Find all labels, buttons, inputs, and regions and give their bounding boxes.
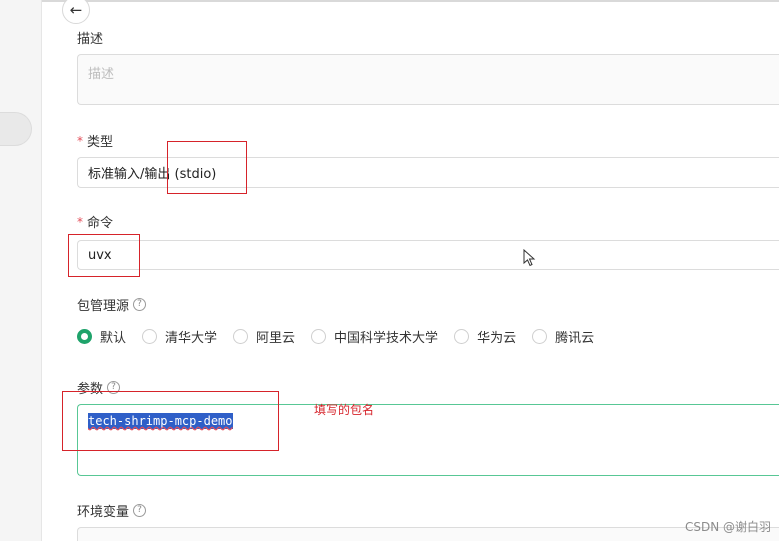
env-textarea[interactable] bbox=[77, 527, 779, 541]
watermark: CSDN @谢白羽 bbox=[684, 520, 771, 534]
env-label-text: 环境变量 bbox=[77, 505, 130, 520]
radio-dot bbox=[233, 329, 249, 344]
radio-label: 阿里云 bbox=[256, 331, 296, 346]
radio-huawei[interactable]: 华为云 bbox=[454, 327, 516, 346]
package-source-label: 包管理源 ? bbox=[77, 295, 147, 314]
radio-label: 华为云 bbox=[477, 331, 517, 346]
type-label: * 类型 bbox=[77, 131, 114, 151]
question-circle-icon[interactable]: ? bbox=[133, 504, 147, 517]
radio-tsinghua[interactable]: 清华大学 bbox=[142, 327, 217, 346]
description-textarea[interactable]: 描述 bbox=[77, 54, 779, 105]
radio-dot bbox=[311, 329, 327, 344]
radio-label: 清华大学 bbox=[165, 331, 218, 346]
radio-default[interactable]: 默认 bbox=[77, 327, 126, 346]
description-placeholder: 描述 bbox=[88, 67, 115, 82]
radio-label: 默认 bbox=[100, 331, 127, 346]
package-source-label-text: 包管理源 bbox=[77, 299, 130, 314]
type-label-text: 类型 bbox=[87, 135, 114, 150]
radio-dot bbox=[77, 329, 92, 344]
command-input[interactable]: uvx bbox=[77, 240, 779, 270]
description-label: 描述 bbox=[77, 28, 103, 47]
radio-aliyun[interactable]: 阿里云 bbox=[233, 327, 295, 346]
command-label: * 命令 bbox=[77, 212, 114, 232]
arrow-left-icon: ← bbox=[69, 1, 83, 19]
annotation-box-args bbox=[62, 391, 279, 451]
package-source-radio-group: 默认 清华大学 阿里云 中国科学技术大学 华为云 腾讯云 bbox=[77, 327, 610, 346]
radio-tencent[interactable]: 腾讯云 bbox=[532, 327, 594, 346]
command-label-text: 命令 bbox=[87, 216, 114, 231]
radio-label: 中国科学技术大学 bbox=[334, 331, 439, 346]
description-label-text: 描述 bbox=[77, 32, 104, 47]
annotation-box-command bbox=[68, 234, 140, 277]
annotation-note: 填写的包名 bbox=[314, 403, 375, 417]
radio-label: 腾讯云 bbox=[555, 331, 595, 346]
radio-ustc[interactable]: 中国科学技术大学 bbox=[311, 327, 438, 346]
env-label: 环境变量 ? bbox=[77, 501, 147, 520]
radio-dot bbox=[454, 329, 470, 344]
left-sidebar bbox=[0, 0, 42, 541]
top-divider bbox=[42, 0, 779, 2]
radio-dot bbox=[532, 329, 548, 344]
annotation-box-type bbox=[167, 141, 247, 194]
radio-dot bbox=[142, 329, 158, 344]
question-circle-icon[interactable]: ? bbox=[133, 298, 147, 311]
required-mark: * bbox=[77, 133, 83, 148]
required-mark: * bbox=[77, 214, 83, 229]
back-button[interactable]: ← bbox=[62, 0, 90, 24]
mouse-pointer-icon bbox=[523, 249, 536, 267]
